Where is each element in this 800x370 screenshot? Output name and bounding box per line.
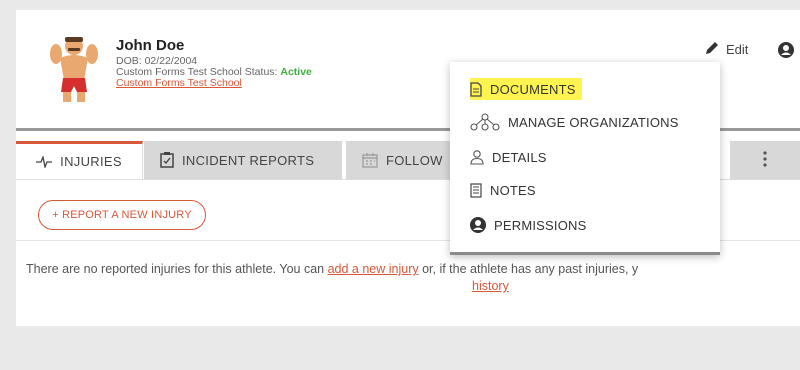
user-icon	[470, 149, 484, 165]
pencil-icon	[704, 40, 720, 59]
tab-follow-ups[interactable]: FOLLOW	[346, 141, 466, 179]
empty-text-before: There are no reported injuries for this …	[26, 262, 328, 276]
menu-item-label: DOCUMENTS	[490, 81, 576, 97]
avatar	[46, 32, 102, 104]
more-tabs-button[interactable]	[730, 141, 800, 179]
school-link[interactable]: Custom Forms Test School	[116, 77, 242, 89]
menu-item-label: NOTES	[490, 182, 536, 198]
user-circle-icon	[470, 217, 486, 233]
tab-label: INJURIES	[60, 154, 122, 169]
menu-item-label: MANAGE ORGANIZATIONS	[508, 114, 679, 130]
organization-icon	[470, 113, 500, 131]
injury-history-link[interactable]: history	[472, 279, 509, 293]
athlete-meta: DOB: 02/22/2004 Custom Forms Test School…	[116, 56, 312, 89]
tab-label: FOLLOW	[386, 152, 443, 168]
status-badge: Active	[280, 66, 312, 78]
menu-item-documents[interactable]: DOCUMENTS	[470, 78, 582, 100]
report-new-injury-button[interactable]: + REPORT A NEW INJURY	[38, 200, 206, 230]
pulse-icon	[36, 155, 53, 168]
tab-injuries[interactable]: INJURIES	[16, 141, 143, 179]
tab-incident-reports[interactable]: INCIDENT REPORTS	[144, 141, 342, 179]
clipboard-icon	[160, 152, 174, 168]
empty-state-message: There are no reported injuries for this …	[26, 261, 800, 293]
add-new-injury-link[interactable]: add a new injury	[328, 262, 419, 276]
athlete-name: John Doe	[116, 37, 185, 54]
tab-label: INCIDENT REPORTS	[182, 152, 315, 168]
empty-text-after: or, if the athlete has any past injuries…	[418, 262, 639, 276]
edit-button[interactable]: Edit	[704, 40, 748, 59]
document-icon	[470, 81, 482, 97]
actions-dropdown-menu: DOCUMENTS MANAGE ORGANIZATIONS DETAILS N…	[450, 62, 720, 255]
user-circle-icon[interactable]	[778, 42, 794, 63]
notes-icon	[470, 182, 482, 198]
edit-label: Edit	[726, 42, 749, 57]
menu-item-label: DETAILS	[492, 149, 547, 165]
menu-item-label: PERMISSIONS	[494, 217, 587, 233]
calendar-icon	[362, 152, 378, 168]
menu-item-details[interactable]: DETAILS	[470, 146, 547, 168]
menu-item-manage-organizations[interactable]: MANAGE ORGANIZATIONS	[470, 111, 679, 133]
vertical-ellipsis-icon	[763, 150, 767, 170]
menu-item-notes[interactable]: NOTES	[470, 179, 536, 201]
menu-item-permissions[interactable]: PERMISSIONS	[470, 214, 587, 236]
